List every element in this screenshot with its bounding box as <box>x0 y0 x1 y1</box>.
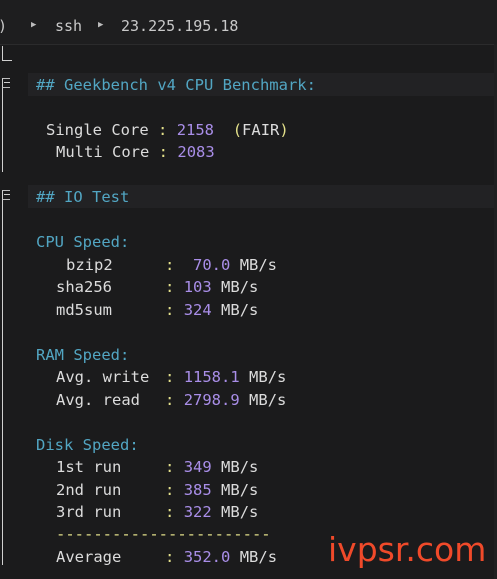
table-row: Avg. read <box>56 390 140 410</box>
table-row: 2nd run <box>56 480 121 500</box>
separator-colon: : <box>165 391 175 409</box>
table-row: : 324 MB/s <box>165 300 258 320</box>
separator-colon: : <box>165 278 175 296</box>
gutter-corner-mark <box>2 46 12 61</box>
second-run-label: 2nd run <box>56 481 122 499</box>
table-row: sha256 <box>56 277 112 297</box>
ram-speed-heading: RAM Speed: <box>36 346 130 364</box>
tab-left-fragment: ) <box>0 16 7 36</box>
divider-rule: ----------------------- <box>56 525 271 543</box>
single-core-label: Single Core <box>46 121 149 139</box>
table-row: 1st run <box>56 457 121 477</box>
table-row: md5sum <box>56 300 112 320</box>
fold-toggle-icon[interactable] <box>2 78 10 88</box>
watermark-logo: ivpsr.com <box>328 530 487 569</box>
separator-colon: : <box>165 548 175 566</box>
bzip2-label: bzip2 <box>66 256 113 274</box>
separator-colon: : <box>165 481 175 499</box>
bzip2-unit: MB/s <box>239 256 278 274</box>
separator-colon: : <box>165 256 175 274</box>
table-row: bzip2 <box>66 255 113 275</box>
single-core-row: Single Core : 2158 (FAIR) <box>46 120 289 140</box>
avg-write-unit: MB/s <box>249 368 287 386</box>
md5sum-unit: MB/s <box>221 301 259 319</box>
avg-read-value: 2798.9 <box>183 391 240 409</box>
multi-core-label: Multi Core <box>56 143 150 161</box>
average-label: Average <box>56 548 122 566</box>
terminal-tab-bar: ) ▶ ssh ▶ 23.225.195.18 <box>0 0 497 45</box>
sha256-unit: MB/s <box>221 278 259 296</box>
fold-toggle-icon[interactable] <box>2 190 10 200</box>
average-unit: MB/s <box>239 548 278 566</box>
separator-colon: : <box>165 458 175 476</box>
table-row: : 352.0 MB/s <box>165 547 277 567</box>
table-row: 3rd run <box>56 502 121 522</box>
triangle-right-icon: ▶ <box>98 20 104 30</box>
separator-colon: : <box>158 143 169 161</box>
table-row: : 349 MB/s <box>165 457 258 477</box>
geekbench-heading: ## Geekbench v4 CPU Benchmark: <box>36 76 316 94</box>
bzip2-value: 70.0 <box>193 256 231 274</box>
md5sum-label: md5sum <box>56 301 112 319</box>
io-test-heading: ## IO Test <box>36 188 130 206</box>
separator-colon: : <box>165 368 175 386</box>
third-run-unit: MB/s <box>221 503 259 521</box>
separator-colon: : <box>165 301 175 319</box>
disk-speed-heading: Disk Speed: <box>36 436 139 454</box>
table-row: : 1158.1 MB/s <box>165 367 286 387</box>
table-row: : 70.0 MB/s <box>165 255 277 275</box>
first-run-unit: MB/s <box>221 458 259 476</box>
first-run-value: 349 <box>183 458 212 476</box>
first-run-label: 1st run <box>56 458 122 476</box>
avg-read-label: Avg. read <box>56 391 140 409</box>
rating-open-paren: ( <box>232 121 243 139</box>
separator-colon: : <box>158 121 168 139</box>
cpu-speed-heading: CPU Speed: <box>36 233 130 251</box>
table-row: Average <box>56 547 121 567</box>
table-row: : 2798.9 MB/s <box>165 390 286 410</box>
avg-write-label: Avg. write <box>56 368 150 386</box>
md5sum-value: 324 <box>183 301 212 319</box>
single-core-value: 2158 <box>176 121 215 139</box>
table-row: : 322 MB/s <box>165 502 258 522</box>
multi-core-row: Multi Core : 2083 <box>56 142 215 162</box>
separator-colon: : <box>165 503 175 521</box>
second-run-unit: MB/s <box>221 481 259 499</box>
table-row: Avg. write <box>56 367 149 387</box>
breadcrumb-host-label[interactable]: ssh <box>55 16 82 36</box>
triangle-right-icon: ▶ <box>31 20 37 30</box>
terminal-window: ) ▶ ssh ▶ 23.225.195.18 ## Geekbench v4 … <box>0 0 497 579</box>
rating-close-paren: ) <box>279 121 289 139</box>
fold-range-line <box>2 200 12 565</box>
third-run-value: 322 <box>183 503 212 521</box>
table-row: : 103 MB/s <box>165 277 258 297</box>
average-value: 352.0 <box>183 548 231 566</box>
breadcrumb-address[interactable]: 23.225.195.18 <box>121 16 238 36</box>
third-run-label: 3rd run <box>56 503 122 521</box>
fold-range-line <box>2 88 12 172</box>
avg-read-unit: MB/s <box>249 391 287 409</box>
table-row: : 385 MB/s <box>165 480 258 500</box>
sha256-value: 103 <box>183 278 212 296</box>
single-core-rating: FAIR <box>242 121 280 139</box>
second-run-value: 385 <box>183 481 212 499</box>
avg-write-value: 1158.1 <box>183 368 240 386</box>
sha256-label: sha256 <box>56 278 112 296</box>
multi-core-value: 2083 <box>177 143 215 161</box>
